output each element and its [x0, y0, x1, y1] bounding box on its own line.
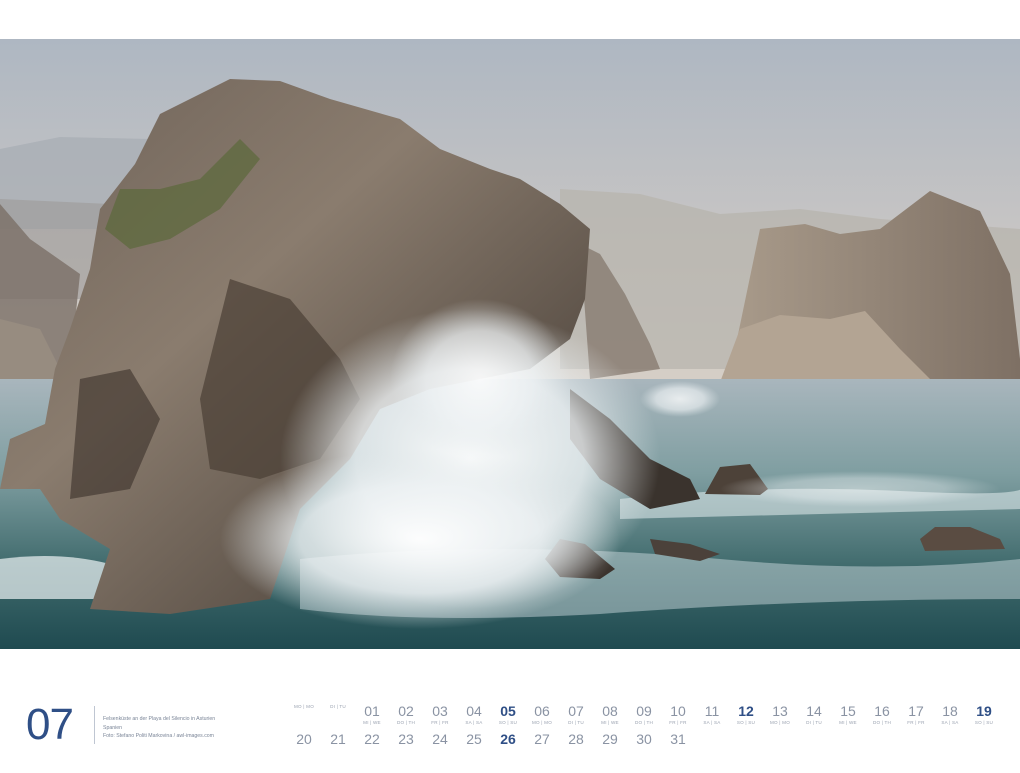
calendar-day: 23: [391, 731, 421, 747]
calendar-day: 16 DO | TH: [867, 703, 897, 726]
calendar-day: 17 FR | FR: [901, 703, 931, 726]
day-number: 10: [670, 703, 686, 719]
calendar-day: 03 FR | FR: [425, 703, 455, 726]
weekday-label: DI | TU: [568, 720, 584, 725]
calendar-day: 27: [527, 731, 557, 747]
weekday-label: FR | FR: [431, 720, 449, 725]
calendar-day: 07 DI | TU: [561, 703, 591, 726]
weekday-label: MO | MO: [532, 720, 552, 725]
day-number: 29: [602, 731, 618, 747]
day-number: 23: [398, 731, 414, 747]
weekday-label: MI | WE: [363, 720, 381, 725]
calendar-day-sunday: 26: [493, 731, 523, 747]
day-number: 11: [704, 703, 720, 719]
photo-caption: Felsenküste an der Playa del Silencio in…: [103, 715, 215, 741]
calendar-day: 29: [595, 731, 625, 747]
calendar-day: 20: [289, 731, 319, 747]
weekday-label: FR | FR: [669, 720, 687, 725]
calendar-day: 10 FR | FR: [663, 703, 693, 726]
day-number: 27: [534, 731, 550, 747]
calendar-day: 14 DI | TU: [799, 703, 829, 726]
calendar-day: MO | MO: [289, 703, 319, 710]
calendar-day: 25: [459, 731, 489, 747]
calendar-day: 15 MI | WE: [833, 703, 863, 726]
weekday-label: DO | TH: [872, 720, 892, 725]
calendar-day: 24: [425, 731, 455, 747]
weekday-label: SA | SA: [465, 720, 483, 725]
calendar-day-sunday: 05 SO | SU: [493, 703, 523, 726]
calendar-day-sunday: 12 SO | SU: [731, 703, 761, 726]
weekday-label: DO | TH: [396, 720, 416, 725]
day-number: 12: [738, 703, 754, 719]
day-number: 30: [636, 731, 652, 747]
day-number: 24: [432, 731, 448, 747]
day-number: 21: [330, 731, 346, 747]
weekday-label: DI | TU: [330, 704, 346, 709]
calendar-day: 06 MO | MO: [527, 703, 557, 726]
caption-country: Spanien: [103, 724, 123, 731]
day-number: 20: [296, 731, 312, 747]
weekday-label: MI | WE: [601, 720, 619, 725]
day-number: 14: [806, 703, 822, 719]
day-number: 18: [942, 703, 958, 719]
day-number: 05: [500, 703, 516, 719]
calendar-day: 30: [629, 731, 659, 747]
landscape-photo: [0, 39, 1020, 649]
day-number: 15: [840, 703, 856, 719]
weekday-label: FR | FR: [907, 720, 925, 725]
calendar-day: 21: [323, 731, 353, 747]
day-number: 28: [568, 731, 584, 747]
day-number: 13: [772, 703, 788, 719]
calendar-day: 09 DO | TH: [629, 703, 659, 726]
weekday-label: SA | SA: [703, 720, 721, 725]
calendar-day: 18 SA | SA: [935, 703, 965, 726]
weekday-label: SA | SA: [941, 720, 959, 725]
calendar-day-sunday: 19 SO | SU: [969, 703, 999, 726]
weekday-label: SO | SU: [498, 720, 518, 725]
weekday-label: DI | TU: [806, 720, 822, 725]
weekday-label: SO | SU: [736, 720, 756, 725]
day-number: 06: [534, 703, 550, 719]
day-number: 07: [568, 703, 584, 719]
calendar-day: 28: [561, 731, 591, 747]
day-number: 31: [670, 731, 686, 747]
calendar-day: 13 MO | MO: [765, 703, 795, 726]
calendar-day: 31: [663, 731, 693, 747]
weekday-label: MI | WE: [839, 720, 857, 725]
day-number: 04: [466, 703, 482, 719]
calendar-day: 11 SA | SA: [697, 703, 727, 726]
weekday-label: MO | MO: [294, 704, 314, 709]
calendar-day: DI | TU: [323, 703, 353, 710]
day-number: 01: [364, 703, 380, 719]
day-number: 02: [398, 703, 414, 719]
day-number: 09: [636, 703, 652, 719]
day-number: 22: [364, 731, 380, 747]
day-number: 03: [432, 703, 448, 719]
caption-credit: Foto: Stefano Politi Markovina / awl-ima…: [103, 733, 214, 739]
day-number: 17: [908, 703, 924, 719]
calendar-day: 04 SA | SA: [459, 703, 489, 726]
day-number: 26: [500, 731, 516, 747]
day-number: 08: [602, 703, 618, 719]
weekday-label: DO | TH: [634, 720, 654, 725]
day-number: 25: [466, 731, 482, 747]
divider: [94, 706, 95, 744]
calendar-day: 22: [357, 731, 387, 747]
weekday-label: MO | MO: [770, 720, 790, 725]
weekday-label: SO | SU: [974, 720, 994, 725]
calendar-day: 02 DO | TH: [391, 703, 421, 726]
calendar-day: 08 MI | WE: [595, 703, 625, 726]
calendar-day: 01 MI | WE: [357, 703, 387, 726]
caption-title: Felsenküste an der Playa del Silencio in…: [103, 716, 216, 722]
month-number: 07: [26, 700, 74, 749]
day-number: 16: [874, 703, 890, 719]
day-number: 19: [976, 703, 992, 719]
